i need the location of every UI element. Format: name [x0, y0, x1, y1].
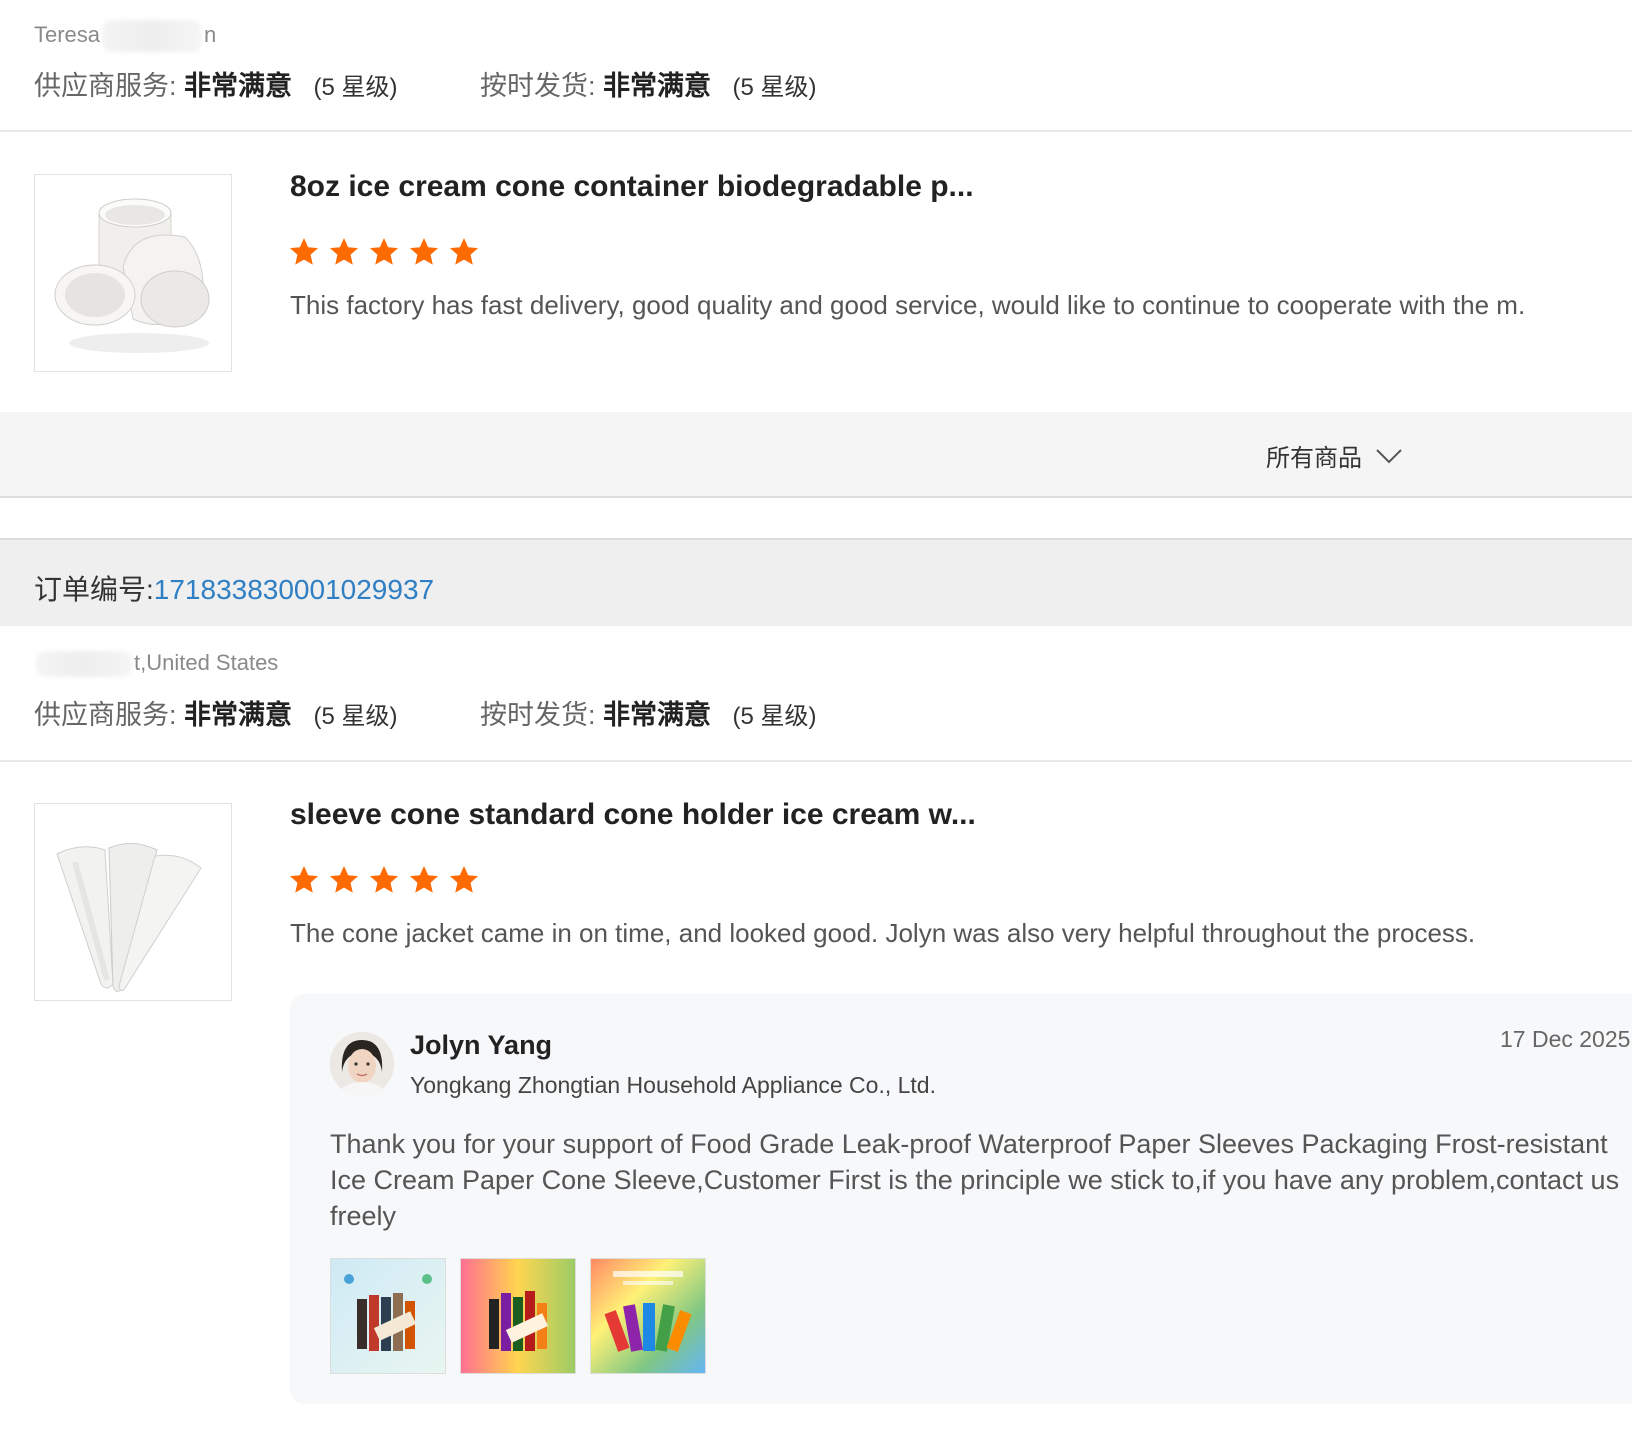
- buyer-name: Teresa n: [34, 20, 216, 52]
- star-icon: [370, 238, 398, 265]
- star-icon: [410, 866, 438, 893]
- avatar-image: [330, 1032, 394, 1096]
- on-time-rating: 按时发货: 非常满意 (5 星级): [480, 64, 817, 103]
- review-text: The cone jacket came in on time, and loo…: [290, 918, 1476, 948]
- on-time-stars: (5 星级): [732, 74, 817, 101]
- star-icon: [330, 238, 358, 265]
- rating-stars: [288, 864, 480, 896]
- product-thumbnail-sleeve[interactable]: [34, 803, 232, 1001]
- all-goods-bar: 所有商品: [0, 412, 1632, 498]
- on-time-label: 按时发货:: [480, 700, 596, 730]
- product-title[interactable]: 8oz ice cream cone container biodegradab…: [290, 170, 974, 204]
- reply-image-2[interactable]: [460, 1258, 576, 1374]
- reply-image-3[interactable]: [590, 1258, 706, 1374]
- container-product-image: [54, 198, 210, 353]
- supplier-service-value: 非常满意: [184, 71, 293, 101]
- buyer-name-suffix: n: [204, 21, 217, 47]
- reply-text: Thank you for your support of Food Grade…: [330, 1129, 1620, 1231]
- supplier-service-label: 供应商服务:: [34, 71, 177, 101]
- avatar: [330, 1032, 394, 1096]
- order-bar: 订单编号:171833830001029937: [0, 538, 1632, 626]
- rating-stars: [288, 236, 480, 268]
- sleeve-package-image: [591, 1259, 705, 1373]
- star-icon: [450, 238, 478, 265]
- supplier-service-rating: 供应商服务: 非常满意 (5 星级): [34, 64, 398, 103]
- all-goods-label: 所有商品: [1266, 445, 1362, 472]
- supplier-service-rating: 供应商服务: 非常满意 (5 星级): [34, 693, 398, 732]
- supplier-service-stars: (5 星级): [313, 74, 398, 101]
- supplier-reply: Jolyn Yang Yongkang Zhongtian Household …: [290, 994, 1632, 1404]
- supplier-service-stars: (5 星级): [313, 703, 398, 730]
- supplier-service-label: 供应商服务:: [34, 700, 177, 730]
- on-time-value: 非常满意: [603, 71, 712, 101]
- star-icon: [410, 238, 438, 265]
- redacted-blur: [36, 651, 132, 678]
- chevron-down-icon: [1376, 448, 1402, 463]
- buyer-name-prefix: Teresa: [34, 21, 101, 47]
- divider: [0, 760, 1632, 762]
- all-goods-dropdown[interactable]: 所有商品: [1266, 438, 1402, 473]
- on-time-label: 按时发货:: [480, 71, 596, 101]
- product-title[interactable]: sleeve cone standard cone holder ice cre…: [290, 798, 976, 832]
- redacted-blur: [102, 20, 203, 52]
- product-thumbnail-container[interactable]: [34, 174, 232, 372]
- replier-name: Jolyn Yang: [410, 1030, 553, 1060]
- replier-company[interactable]: Yongkang Zhongtian Household Appliance C…: [410, 1072, 936, 1099]
- review-text: This factory has fast delivery, good qua…: [290, 290, 1526, 320]
- on-time-stars: (5 星级): [732, 703, 817, 730]
- reply-date: 17 Dec 2025: [1500, 1026, 1631, 1052]
- order-number-label: 订单编号:: [34, 574, 154, 605]
- sleeve-package-image: [461, 1259, 575, 1373]
- on-time-rating: 按时发货: 非常满意 (5 星级): [480, 693, 817, 732]
- sleeve-package-image: [331, 1259, 445, 1373]
- order-number-link[interactable]: 171833830001029937: [154, 574, 434, 605]
- buyer-location: t,United States: [34, 650, 279, 678]
- divider: [0, 130, 1632, 132]
- on-time-value: 非常满意: [603, 700, 712, 730]
- cone-sleeve-product-image: [56, 843, 202, 992]
- star-icon: [290, 866, 318, 893]
- order-number: 订单编号:171833830001029937: [34, 568, 434, 608]
- reply-image-1[interactable]: [330, 1258, 446, 1374]
- star-icon: [290, 238, 318, 265]
- star-icon: [370, 866, 398, 893]
- star-icon: [330, 866, 358, 893]
- supplier-service-value: 非常满意: [184, 700, 293, 730]
- star-icon: [450, 866, 478, 893]
- buyer-location-text: t,United States: [134, 650, 279, 675]
